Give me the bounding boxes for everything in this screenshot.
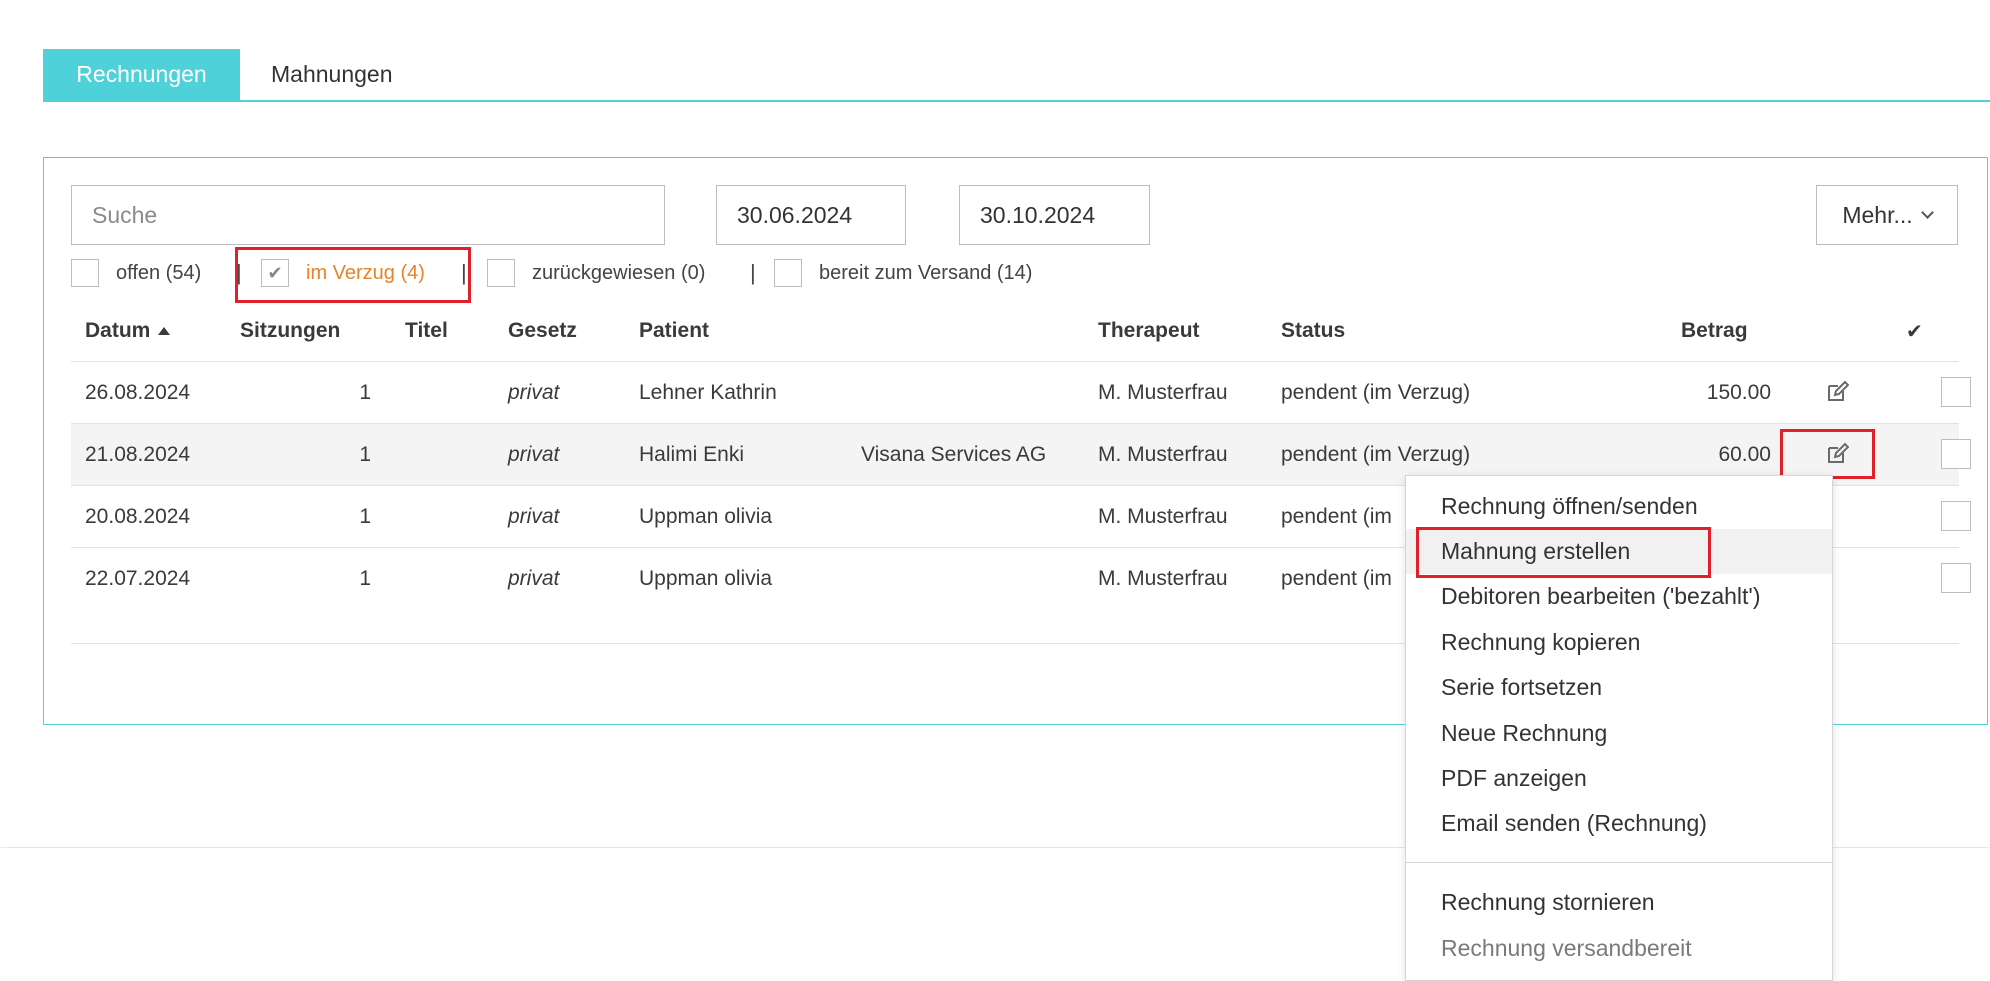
cell-gesetz: privat <box>508 443 560 466</box>
search-input[interactable] <box>71 185 665 245</box>
column-header-betrag[interactable]: Betrag <box>1681 319 1748 343</box>
filter-offen[interactable]: offen (54) <box>71 258 201 288</box>
filter-zurueckgewiesen[interactable]: zurückgewiesen (0) <box>487 258 705 288</box>
menu-item-rechnung-oeffnen[interactable]: Rechnung öffnen/senden <box>1406 484 1832 529</box>
invoice-actions-menu: Rechnung öffnen/senden Mahnung erstellen… <box>1405 475 1833 981</box>
cell-datum: 20.08.2024 <box>85 505 191 528</box>
tab-mahnungen[interactable]: Mahnungen <box>271 49 393 100</box>
column-header-patient[interactable]: Patient <box>639 319 709 343</box>
filter-bereit-checkbox[interactable] <box>774 259 802 287</box>
sort-ascending-icon <box>158 327 171 336</box>
row-select-checkbox[interactable] <box>1941 377 1971 407</box>
menu-item-debitoren-bearbeiten[interactable]: Debitoren bearbeiten ('bezahlt') <box>1406 574 1832 619</box>
highlight-box <box>1780 429 1875 479</box>
menu-item-neue-rechnung[interactable]: Neue Rechnung <box>1406 711 1832 756</box>
cell-status: pendent (im <box>1281 505 1392 528</box>
cell-therapeut: M. Musterfrau <box>1098 505 1228 528</box>
cell-status: pendent (im Verzug) <box>1281 381 1471 404</box>
column-header-gesetz[interactable]: Gesetz <box>508 319 577 343</box>
filter-offen-checkbox[interactable] <box>71 259 99 287</box>
date-to-field[interactable] <box>959 185 1150 245</box>
column-header-datum[interactable]: Datum <box>85 319 171 343</box>
menu-item-rechnung-stornieren[interactable]: Rechnung stornieren <box>1406 880 1832 925</box>
highlight-box <box>1416 527 1711 578</box>
menu-item-rechnung-kopieren[interactable]: Rechnung kopieren <box>1406 620 1832 665</box>
filter-bereit-label: bereit zum Versand (14) <box>819 261 1033 284</box>
date-from-field[interactable] <box>716 185 906 245</box>
cell-sitzungen: 1 <box>359 381 371 404</box>
cell-patient: Uppman olivia <box>639 505 773 528</box>
menu-item-email-senden[interactable]: Email senden (Rechnung) <box>1406 801 1832 846</box>
menu-divider <box>1406 862 1832 863</box>
cell-datum: 22.07.2024 <box>85 567 191 590</box>
column-header-therapeut[interactable]: Therapeut <box>1098 319 1200 343</box>
cell-sitzungen: 1 <box>359 567 371 590</box>
cell-datum: 26.08.2024 <box>85 381 191 404</box>
menu-item-serie-fortsetzen[interactable]: Serie fortsetzen <box>1406 665 1832 710</box>
filter-zurueckgewiesen-label: zurückgewiesen (0) <box>532 261 706 284</box>
cell-gesetz: privat <box>508 567 560 590</box>
filter-bereit-zum-versand[interactable]: bereit zum Versand (14) <box>774 258 1032 288</box>
cell-gesetz: privat <box>508 505 560 528</box>
cell-patient: Uppman olivia <box>639 567 773 590</box>
filter-separator: | <box>750 260 756 285</box>
menu-item-rechnung-versandbereit: Rechnung versandbereit <box>1441 935 1692 961</box>
cell-therapeut: M. Musterfrau <box>1098 567 1228 590</box>
row-select-checkbox[interactable] <box>1941 439 1971 469</box>
column-header-sitzungen[interactable]: Sitzungen <box>240 319 340 343</box>
row-select-checkbox[interactable] <box>1941 501 1971 531</box>
row-select-checkbox[interactable] <box>1941 563 1971 593</box>
cell-sitzungen: 1 <box>359 505 371 528</box>
highlight-box <box>235 247 471 303</box>
filter-zurueckgewiesen-checkbox[interactable] <box>487 259 515 287</box>
cell-patient: Halimi Enki <box>639 443 745 466</box>
cell-status: pendent (im <box>1281 567 1392 590</box>
cell-therapeut: M. Musterfrau <box>1098 381 1228 404</box>
edit-icon[interactable] <box>1825 380 1849 404</box>
filter-offen-label: offen (54) <box>116 261 202 284</box>
cell-versicherer: Visana Services AG <box>861 443 1047 466</box>
cell-sitzungen: 1 <box>359 443 371 466</box>
column-header-status[interactable]: Status <box>1281 319 1345 343</box>
cell-datum: 21.08.2024 <box>85 443 191 466</box>
tab-bar: Rechnungen Mahnungen <box>43 49 1990 102</box>
more-label: Mehr... <box>1842 201 1913 228</box>
checkmark-icon[interactable]: ✔ <box>1906 319 1923 344</box>
cell-therapeut: M. Musterfrau <box>1098 443 1228 466</box>
table-row[interactable]: 26.08.2024 1 privat Lehner Kathrin M. Mu… <box>71 361 1971 423</box>
column-header-datum-label: Datum <box>85 319 151 342</box>
tab-rechnungen[interactable]: Rechnungen <box>43 49 240 100</box>
menu-item-pdf-anzeigen[interactable]: PDF anzeigen <box>1406 756 1832 801</box>
column-header-titel[interactable]: Titel <box>405 319 448 343</box>
cell-gesetz: privat <box>508 381 560 404</box>
more-dropdown-button[interactable]: Mehr... <box>1816 185 1958 245</box>
cell-betrag: 150.00 <box>1706 381 1771 404</box>
chevron-down-icon <box>1920 206 1934 219</box>
cell-patient: Lehner Kathrin <box>639 381 777 404</box>
